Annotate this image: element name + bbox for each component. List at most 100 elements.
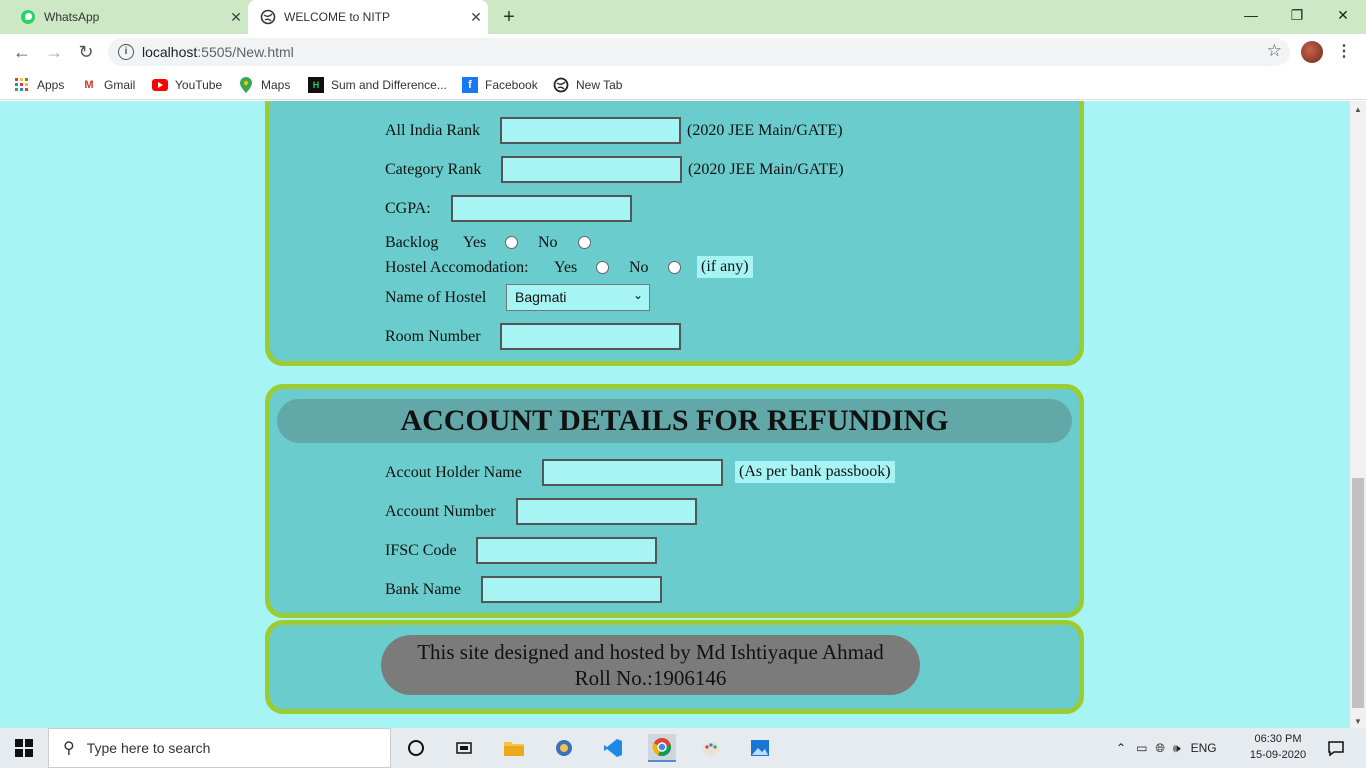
menu-kebab-icon[interactable]: ⋮ (1336, 41, 1352, 61)
window-close-button[interactable]: ✕ (1320, 0, 1366, 30)
bookmark-gmail[interactable]: M Gmail (81, 76, 135, 94)
vscode-icon[interactable] (599, 734, 627, 762)
tab-whatsapp[interactable]: WhatsApp ✕ (8, 0, 248, 34)
footer-panel: This site designed and hosted by Md Isht… (265, 620, 1084, 714)
account-section-heading: ACCOUNT DETAILS FOR REFUNDING (277, 399, 1072, 443)
taskbar-search-box[interactable]: ⚲ Type here to search (48, 728, 391, 768)
close-icon[interactable]: ✕ (224, 9, 248, 26)
bookmark-new-tab[interactable]: New Tab (553, 76, 622, 94)
all-india-rank-label: All India Rank (385, 122, 481, 139)
task-view-icon[interactable] (450, 734, 478, 762)
backlog-no-label: No (538, 234, 558, 251)
category-rank-input[interactable] (501, 156, 682, 183)
clock-date: 15-09-2020 (1249, 749, 1307, 761)
reload-button[interactable]: ↻ (74, 40, 98, 64)
hostel-yes-radio[interactable] (596, 261, 609, 274)
profile-avatar[interactable] (1301, 41, 1323, 63)
hostel-name-label: Name of Hostel (385, 289, 487, 306)
hostel-name-select[interactable]: Bagmati ⌄ (506, 284, 650, 311)
back-button[interactable]: ← (10, 40, 34, 64)
ifsc-code-label: IFSC Code (385, 542, 457, 559)
bookmark-apps[interactable]: Apps (14, 76, 64, 94)
tab-title: WELCOME to NITP (284, 10, 391, 24)
chrome-icon[interactable] (648, 734, 676, 762)
clock-time: 06:30 PM (1254, 733, 1302, 745)
hostel-no-radio[interactable] (668, 261, 681, 274)
backlog-yes-label: Yes (463, 234, 487, 251)
bookmark-youtube[interactable]: YouTube (152, 76, 222, 94)
tab-welcome-nitp[interactable]: WELCOME to NITP ✕ (248, 0, 488, 34)
close-icon[interactable]: ✕ (464, 9, 488, 26)
bookmark-label: Sum and Difference... (331, 78, 447, 92)
backlog-no-radio[interactable] (578, 236, 591, 249)
hackerrank-icon: H (308, 77, 324, 93)
maps-icon (238, 77, 254, 93)
footer-roll-line: Roll No.:1906146 (574, 666, 727, 690)
account-details-panel: ACCOUNT DETAILS FOR REFUNDING Accout Hol… (265, 384, 1084, 618)
cortana-icon[interactable] (402, 734, 430, 762)
windows-logo-icon (15, 739, 33, 757)
url-host: localhost (142, 44, 198, 60)
address-bar[interactable]: i localhost:5505/New.html ☆ (108, 38, 1290, 66)
room-number-label: Room Number (385, 328, 481, 345)
all-india-rank-input[interactable] (500, 117, 681, 144)
bookmark-label: Maps (261, 78, 291, 92)
category-rank-hint: (2020 JEE Main/GATE) (688, 161, 844, 178)
page-scrollbar[interactable]: ▲ ▼ (1350, 101, 1366, 728)
account-number-input[interactable] (516, 498, 697, 525)
photos-viewer-icon[interactable] (746, 734, 774, 762)
globe-icon (260, 9, 276, 25)
bookmark-label: Facebook (485, 78, 538, 92)
tab-strip: WhatsApp ✕ WELCOME to NITP ✕ + — ❐ ✕ (0, 0, 1366, 34)
category-rank-label: Category Rank (385, 161, 482, 178)
backlog-yes-radio[interactable] (505, 236, 518, 249)
academic-details-panel: All India Rank (2020 JEE Main/GATE) Cate… (265, 101, 1084, 366)
scrollbar-thumb[interactable] (1352, 478, 1364, 708)
scroll-up-arrow-icon[interactable]: ▲ (1350, 105, 1366, 114)
notifications-icon[interactable] (1322, 734, 1350, 762)
bank-name-input[interactable] (481, 576, 662, 603)
hostel-no-label: No (629, 259, 649, 276)
network-globe-icon[interactable]: 🌐︎ (1155, 741, 1165, 756)
volume-icon[interactable]: 🕪︎ (1173, 741, 1181, 756)
browser-toolbar: ← → ↻ i localhost:5505/New.html ☆ ⋮ (0, 34, 1366, 70)
forward-button[interactable]: → (42, 40, 66, 64)
start-button[interactable] (0, 728, 48, 768)
language-indicator[interactable]: ENG (1191, 741, 1217, 755)
battery-icon[interactable]: ▭ (1136, 741, 1147, 755)
bank-name-label: Bank Name (385, 581, 461, 598)
hostel-selected-value: Bagmati (515, 289, 567, 305)
hostel-hint: (if any) (697, 256, 753, 278)
url-path: :5505/New.html (197, 44, 294, 60)
bookmarks-bar: Apps M Gmail YouTube Maps H Sum and Diff… (0, 70, 1366, 100)
footer-credit: This site designed and hosted by Md Isht… (381, 635, 920, 695)
search-placeholder: Type here to search (86, 740, 211, 756)
taskbar-clock[interactable]: 06:30 PM 15-09-2020 (1238, 731, 1318, 763)
chevron-down-icon: ⌄ (632, 288, 643, 302)
minimize-button[interactable]: — (1228, 0, 1274, 30)
paint-icon[interactable] (697, 734, 725, 762)
bookmark-maps[interactable]: Maps (238, 76, 290, 94)
room-number-input[interactable] (500, 323, 681, 350)
photos-app-icon[interactable] (550, 734, 578, 762)
bookmark-label: New Tab (576, 78, 623, 92)
hostel-accommodation-label: Hostel Accomodation: (385, 259, 529, 276)
new-tab-button[interactable]: + (498, 6, 520, 28)
chevron-up-icon[interactable]: ⌃ (1116, 741, 1126, 755)
cgpa-input[interactable] (451, 195, 632, 222)
globe-icon (553, 77, 569, 93)
apps-grid-icon (14, 77, 30, 93)
ifsc-code-input[interactable] (476, 537, 657, 564)
bookmark-hackerrank[interactable]: H Sum and Difference... (308, 76, 447, 94)
url-text[interactable]: localhost:5505/New.html (142, 44, 294, 60)
file-explorer-icon[interactable] (500, 734, 528, 762)
gmail-icon: M (84, 79, 94, 91)
scroll-down-arrow-icon[interactable]: ▼ (1350, 717, 1366, 726)
bookmark-star-icon[interactable]: ☆ (1267, 41, 1282, 61)
account-holder-input[interactable] (542, 459, 723, 486)
bookmark-label: Apps (37, 78, 65, 92)
bookmark-facebook[interactable]: f Facebook (462, 76, 538, 94)
backlog-label: Backlog (385, 234, 439, 251)
site-info-icon[interactable]: i (118, 44, 134, 60)
restore-button[interactable]: ❐ (1274, 0, 1320, 30)
